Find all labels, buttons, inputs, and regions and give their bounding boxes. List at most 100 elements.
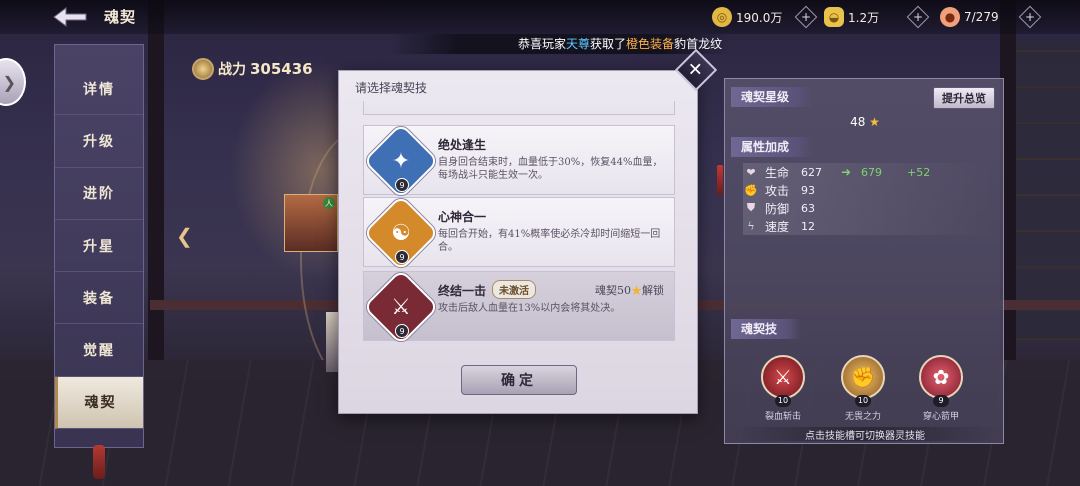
resource-gold: ◎ 190.0万 + — [712, 5, 818, 29]
tab-advance[interactable]: 进阶 — [55, 168, 143, 220]
tassel-ornament — [93, 445, 105, 479]
tab-awaken[interactable]: 觉醒 — [55, 324, 143, 377]
back-arrow-icon[interactable] — [50, 5, 90, 29]
pact-skill-slot[interactable]: ✿ 9 穿心箭甲 — [911, 351, 971, 431]
broadcast-item: 橙色装备 — [626, 37, 675, 51]
dialog-title: 请选择魂契技 — [355, 81, 428, 95]
attr-name: 生命 — [765, 165, 790, 180]
skill-name: 心神合一 — [438, 210, 487, 224]
speed-icon: ϟ — [747, 219, 755, 233]
pact-skill-slot[interactable]: ⚔ 10 裂血斩击 — [753, 351, 813, 431]
skill-level: 9 — [395, 178, 409, 192]
resource-stamina: ● 7/279 + — [940, 5, 1042, 29]
skill-level: 9 — [395, 250, 409, 264]
tab-star-up[interactable]: 升星 — [55, 220, 143, 273]
pact-skill-slot[interactable]: ✊ 10 无畏之力 — [833, 351, 893, 431]
star-icon: ★ — [865, 115, 880, 129]
arrow-right-icon: ➜ — [841, 165, 852, 179]
skill-level: 9 — [933, 395, 949, 407]
attr-row-hp: ❤ 生命 627 ➜ 679 +52 — [743, 163, 995, 181]
close-icon: ✕ — [688, 59, 704, 81]
star-value: 48 — [850, 115, 866, 129]
page-title: 魂契 — [104, 8, 137, 26]
attr-value: 93 — [801, 183, 815, 197]
attr-name: 防御 — [765, 201, 790, 216]
flower-armor-icon: ✿ — [919, 355, 963, 399]
tab-soul-pact[interactable]: 魂契 — [55, 376, 143, 430]
skill-select-dialog: 请选择魂契技 ✕ ✦ 9 绝处逢生 自身回合结束时，血量低于30%，恢复44%血… — [338, 48, 718, 414]
attr-name: 攻击 — [765, 183, 790, 198]
skill-section-title: 魂契技 — [731, 319, 802, 339]
tab-equipment[interactable]: 装备 — [55, 272, 143, 325]
confirm-button[interactable]: 确定 — [461, 365, 577, 395]
power-orb-icon — [192, 58, 214, 80]
shield-icon: ⛊ — [746, 201, 756, 214]
skill-name: 裂血斩击 — [764, 412, 801, 422]
skill-level: 9 — [395, 324, 409, 338]
gold-ingot-icon: ◒ — [824, 7, 844, 27]
broadcast-suffix: 豹首龙纹 — [674, 37, 723, 51]
combat-power: 战力 305436 — [192, 58, 313, 80]
gold-value: 190.0万 — [736, 10, 783, 25]
revive-icon: ✦ — [391, 148, 411, 174]
attr-value: 12 — [801, 219, 815, 233]
prev-hero-arrow-icon[interactable]: ❮ — [176, 224, 206, 250]
skill-name: 穿心箭甲 — [922, 412, 959, 422]
star-icon: ★ — [631, 284, 642, 297]
skill-description: 每回合开始，有41%概率使必杀冷却时间缩短一回合。 — [438, 229, 661, 253]
execute-icon: ⚔ — [391, 294, 411, 320]
chevron-right-icon: ❯ — [2, 72, 16, 92]
star-section-title: 魂契星级 — [731, 87, 814, 107]
element-badge-icon: 人 — [323, 197, 335, 209]
resource-ingot: ◒ 1.2万 + — [824, 5, 930, 29]
nav-pad — [55, 45, 143, 63]
upgrade-overview-button[interactable]: 提升总览 — [933, 87, 995, 109]
broadcast-prefix: 恭喜玩家 — [518, 37, 567, 51]
skill-row[interactable]: ✦ 9 绝处逢生 自身回合结束时，血量低于30%，恢复44%血量，每场战斗只能生… — [363, 122, 675, 200]
ingot-value: 1.2万 — [848, 10, 880, 25]
broadcast-marquee: 恭喜玩家天尊获取了橙色装备豹首龙纹 — [390, 34, 730, 54]
add-ingot-button[interactable]: + — [906, 5, 930, 29]
tab-level-up[interactable]: 升级 — [55, 115, 143, 168]
attr-diff: +52 — [907, 165, 931, 179]
attr-section-title: 属性加成 — [731, 137, 814, 157]
broadcast-middle: 获取了 — [590, 37, 627, 51]
skill-description: 攻击后敌人血量在13%以内会将其处决。 — [438, 303, 621, 314]
heart-icon: ❤ — [746, 165, 756, 179]
power-value: 305436 — [250, 60, 313, 78]
fist-icon: ✊ — [841, 355, 885, 399]
attr-new-value: 679 — [861, 165, 882, 179]
unlock-requirement: 魂契50★解锁 — [595, 282, 664, 298]
skill-name: 无畏之力 — [844, 412, 881, 422]
side-nav: 详情 升级 进阶 升星 装备 觉醒 魂契 — [54, 44, 144, 479]
attr-row-defense: ⛊ 防御 63 — [743, 199, 995, 217]
tab-details[interactable]: 详情 — [55, 63, 143, 116]
skill-level: 10 — [775, 395, 791, 407]
skill-row-locked[interactable]: ⚔ 9 终结一击 未激活 魂契50★解锁 攻击后敌人血量在13%以内会将其处决。 — [363, 268, 675, 346]
gold-coin-icon: ◎ — [712, 7, 732, 27]
attr-value: 627 — [801, 165, 822, 179]
star-level: 48 ★ — [731, 115, 999, 131]
attr-name: 速度 — [765, 219, 790, 234]
skill-row-hidden[interactable] — [363, 101, 675, 115]
attr-row-attack: ✊ 攻击 93 — [743, 181, 995, 199]
skill-name: 绝处逢生 — [438, 138, 487, 152]
top-bar: 魂契 ◎ 190.0万 + ◒ 1.2万 + ● 7/279 + — [0, 0, 1080, 34]
peach-icon: ● — [940, 7, 960, 27]
inactive-badge: 未激活 — [492, 280, 536, 299]
attr-value: 63 — [801, 201, 815, 215]
add-gold-button[interactable]: + — [794, 5, 818, 29]
hero-portrait[interactable]: 人 — [284, 194, 338, 252]
skill-row[interactable]: ☯ 9 心神合一 每回合开始，有41%概率使必杀冷却时间缩短一回合。 — [363, 194, 675, 272]
soul-pact-panel: 魂契星级 提升总览 48 ★ 属性加成 ❤ 生命 627 ➜ 679 +52 ✊… — [717, 78, 1004, 444]
add-stamina-button[interactable]: + — [1018, 5, 1042, 29]
skill-list[interactable]: ✦ 9 绝处逢生 自身回合结束时，血量低于30%，恢复44%血量，每场战斗只能生… — [363, 101, 675, 363]
slash-icon: ⚔ — [761, 355, 805, 399]
attr-row-speed: ϟ 速度 12 — [743, 217, 995, 235]
stamina-value: 7/279 — [964, 10, 999, 24]
hint-text: 点击技能槽可切换器灵技能 — [731, 427, 999, 442]
skill-level: 10 — [855, 395, 871, 407]
skill-name: 终结一击 — [438, 284, 487, 298]
tassel-ornament — [717, 165, 723, 195]
skill-description: 自身回合结束时，血量低于30%，恢复44%血量，每场战斗只能生效一次。 — [438, 157, 663, 181]
